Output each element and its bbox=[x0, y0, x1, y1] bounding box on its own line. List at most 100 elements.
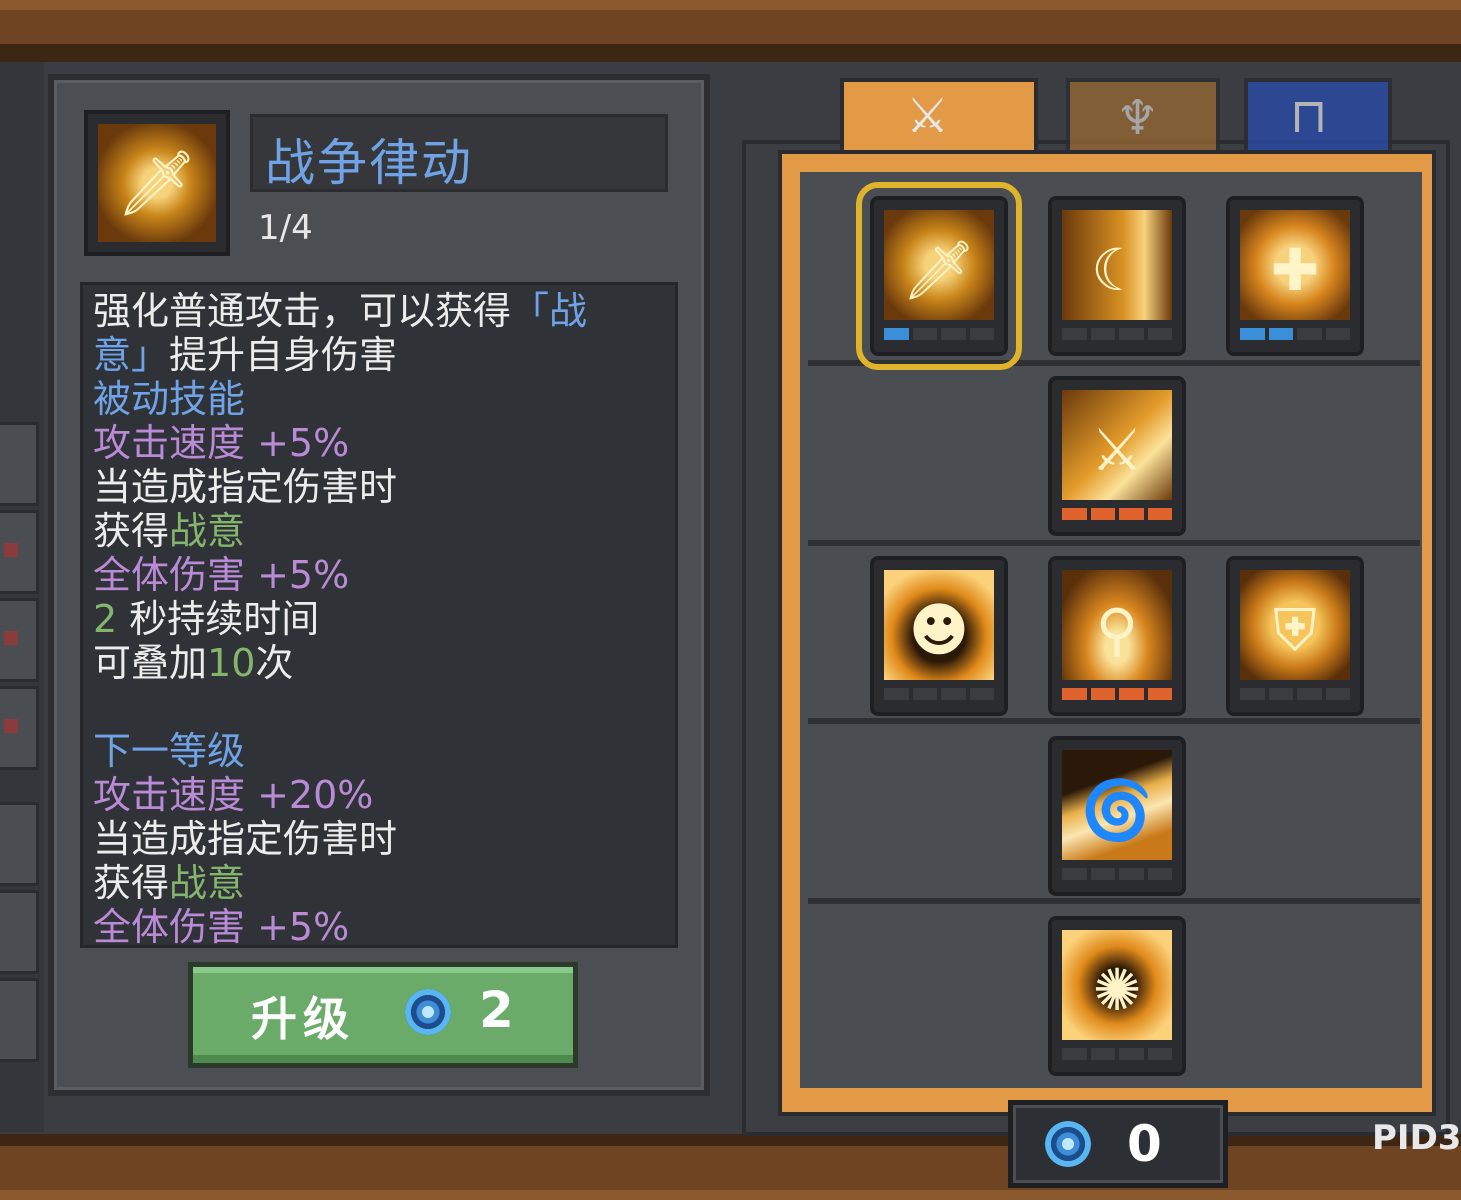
upgrade-cost: 2 bbox=[479, 981, 514, 1039]
description-line: 强化普通攻击，可以获得「战 bbox=[93, 289, 587, 333]
sword-sparkle-icon: 🗡 bbox=[884, 210, 994, 320]
level-pip bbox=[912, 328, 937, 340]
skill-node-fire-rage[interactable]: ☻ bbox=[870, 556, 1008, 716]
skill-node-whirlwind[interactable]: 🌀 bbox=[1048, 736, 1186, 896]
skill-node-flying-sword[interactable]: ⚔ bbox=[1048, 376, 1186, 536]
description-line: 可叠加10次 bbox=[93, 641, 293, 685]
level-pips bbox=[884, 328, 994, 340]
tab-sword-wing[interactable]: ⚔ bbox=[840, 78, 1038, 156]
level-pip bbox=[1268, 688, 1293, 700]
level-pip bbox=[1147, 868, 1172, 880]
level-pip bbox=[1240, 328, 1265, 340]
trident-icon: ♆ bbox=[1116, 90, 1160, 146]
description-line: 攻击速度 +20% bbox=[93, 773, 373, 817]
row-divider bbox=[808, 898, 1420, 904]
spiral-gem-icon bbox=[405, 989, 451, 1035]
skill-node-berserk[interactable]: ✺ bbox=[1048, 916, 1186, 1076]
level-pips bbox=[1062, 1048, 1172, 1060]
level-pip bbox=[1062, 868, 1087, 880]
row-divider bbox=[808, 718, 1420, 724]
level-pip bbox=[941, 688, 966, 700]
level-pip bbox=[1119, 1048, 1144, 1060]
shield-icon: ⛨ bbox=[1240, 570, 1350, 680]
level-pip bbox=[1062, 1048, 1087, 1060]
description-segment: 秒持续时间 bbox=[117, 597, 320, 641]
skill-title-box: 战争律动 bbox=[250, 114, 668, 192]
level-pip bbox=[1297, 328, 1322, 340]
side-slot[interactable] bbox=[0, 686, 39, 770]
upgrade-button[interactable]: 升级 2 bbox=[188, 962, 578, 1068]
level-pip bbox=[1147, 508, 1172, 520]
description-segment: 被动技能 bbox=[93, 377, 246, 421]
side-slot[interactable] bbox=[0, 890, 39, 974]
side-slot[interactable] bbox=[0, 802, 39, 886]
level-pip bbox=[884, 328, 909, 340]
description-segment: 意」 bbox=[93, 333, 170, 377]
crescent-moon-icon: ☾ bbox=[1062, 210, 1172, 320]
skill-title: 战争律动 bbox=[265, 134, 473, 192]
level-pip bbox=[1090, 1048, 1115, 1060]
description-segment: 战意 bbox=[169, 861, 246, 905]
description-segment: 次 bbox=[255, 641, 294, 685]
crescent-moon-icon-glyph: ☾ bbox=[1091, 236, 1143, 304]
level-pips bbox=[884, 688, 994, 700]
level-pip bbox=[1062, 508, 1087, 520]
skill-node-shield-guard[interactable]: ⛨ bbox=[1226, 556, 1364, 716]
level-pip bbox=[1268, 328, 1293, 340]
description-segment: 攻击速度 +20% bbox=[93, 773, 374, 817]
skill-level: 1/4 bbox=[258, 208, 313, 248]
skill-node-heal-cross[interactable]: ✚ bbox=[1226, 196, 1364, 356]
level-pip bbox=[1119, 508, 1144, 520]
side-slot[interactable] bbox=[0, 598, 39, 682]
description-line: 意」提升自身伤害 bbox=[93, 333, 397, 377]
left-edge-panel bbox=[0, 62, 44, 1132]
level-pip bbox=[1147, 1048, 1172, 1060]
fire-head-icon: ☻ bbox=[884, 570, 994, 680]
description-segment: 攻击速度 +5% bbox=[93, 421, 350, 465]
description-line: 全体伤害 +5% bbox=[93, 553, 349, 597]
description-line: 攻击速度 +5% bbox=[93, 421, 349, 465]
description-segment: 当造成指定伤害时 bbox=[93, 817, 398, 861]
tab-gate[interactable]: ⊓ bbox=[1244, 78, 1392, 154]
side-slot[interactable] bbox=[0, 978, 39, 1062]
level-pip bbox=[1119, 328, 1144, 340]
sword-sparkle-icon: 🗡 bbox=[98, 124, 216, 242]
side-slot[interactable] bbox=[0, 422, 39, 506]
level-pip bbox=[1090, 508, 1115, 520]
description-segment: 10 bbox=[207, 641, 256, 685]
tab-trident[interactable]: ♆ bbox=[1066, 78, 1220, 154]
skill-node-crescent-slash[interactable]: ☾ bbox=[1048, 196, 1186, 356]
description-segment: 获得 bbox=[93, 509, 170, 553]
level-pip bbox=[884, 688, 909, 700]
plus-cross-icon-glyph: ✚ bbox=[1270, 236, 1320, 304]
wood-frame-top bbox=[0, 0, 1461, 62]
berserk-icon-glyph: ✺ bbox=[1092, 956, 1142, 1024]
sword-sparkle-icon-glyph: 🗡 bbox=[902, 236, 976, 304]
description-line: 2 秒持续时间 bbox=[93, 597, 319, 641]
level-pip bbox=[1119, 868, 1144, 880]
skill-description[interactable]: 强化普通攻击，可以获得「战 意」提升自身伤害 被动技能 攻击速度 +5% 当造成指定伤害… bbox=[80, 282, 678, 948]
currency-amount: 0 bbox=[1127, 1115, 1162, 1173]
description-segment: 战意 bbox=[169, 509, 246, 553]
description-segment: 获得 bbox=[93, 861, 170, 905]
sword-ground-icon: ⚲ bbox=[1062, 570, 1172, 680]
level-pip bbox=[1062, 328, 1087, 340]
side-slot[interactable] bbox=[0, 510, 39, 594]
skill-detail-panel: 🗡 战争律动 1/4 强化普通攻击，可以获得「战 意」提升自身伤害 被动技能 攻击速度… bbox=[48, 74, 710, 1096]
skill-node-war-rhythm[interactable]: 🗡 bbox=[856, 182, 1022, 370]
skill-node-sword-ground[interactable]: ⚲ bbox=[1048, 556, 1186, 716]
description-segment: 当造成指定伤害时 bbox=[93, 465, 398, 509]
level-pips bbox=[1240, 328, 1350, 340]
level-pip bbox=[1090, 868, 1115, 880]
row-divider bbox=[808, 360, 1420, 366]
level-pip bbox=[1325, 688, 1350, 700]
level-pip bbox=[941, 328, 966, 340]
flying-sword-icon: ⚔ bbox=[1062, 390, 1172, 500]
description-segment: 「战 bbox=[511, 289, 588, 333]
level-pips bbox=[1062, 868, 1172, 880]
description-segment: 强化普通攻击，可以获得 bbox=[93, 289, 512, 333]
description-segment: 可叠加 bbox=[93, 641, 208, 685]
description-segment: 提升自身伤害 bbox=[169, 333, 398, 377]
whirlwind-icon-glyph: 🌀 bbox=[1080, 776, 1154, 844]
upgrade-label: 升级 bbox=[251, 992, 355, 1046]
